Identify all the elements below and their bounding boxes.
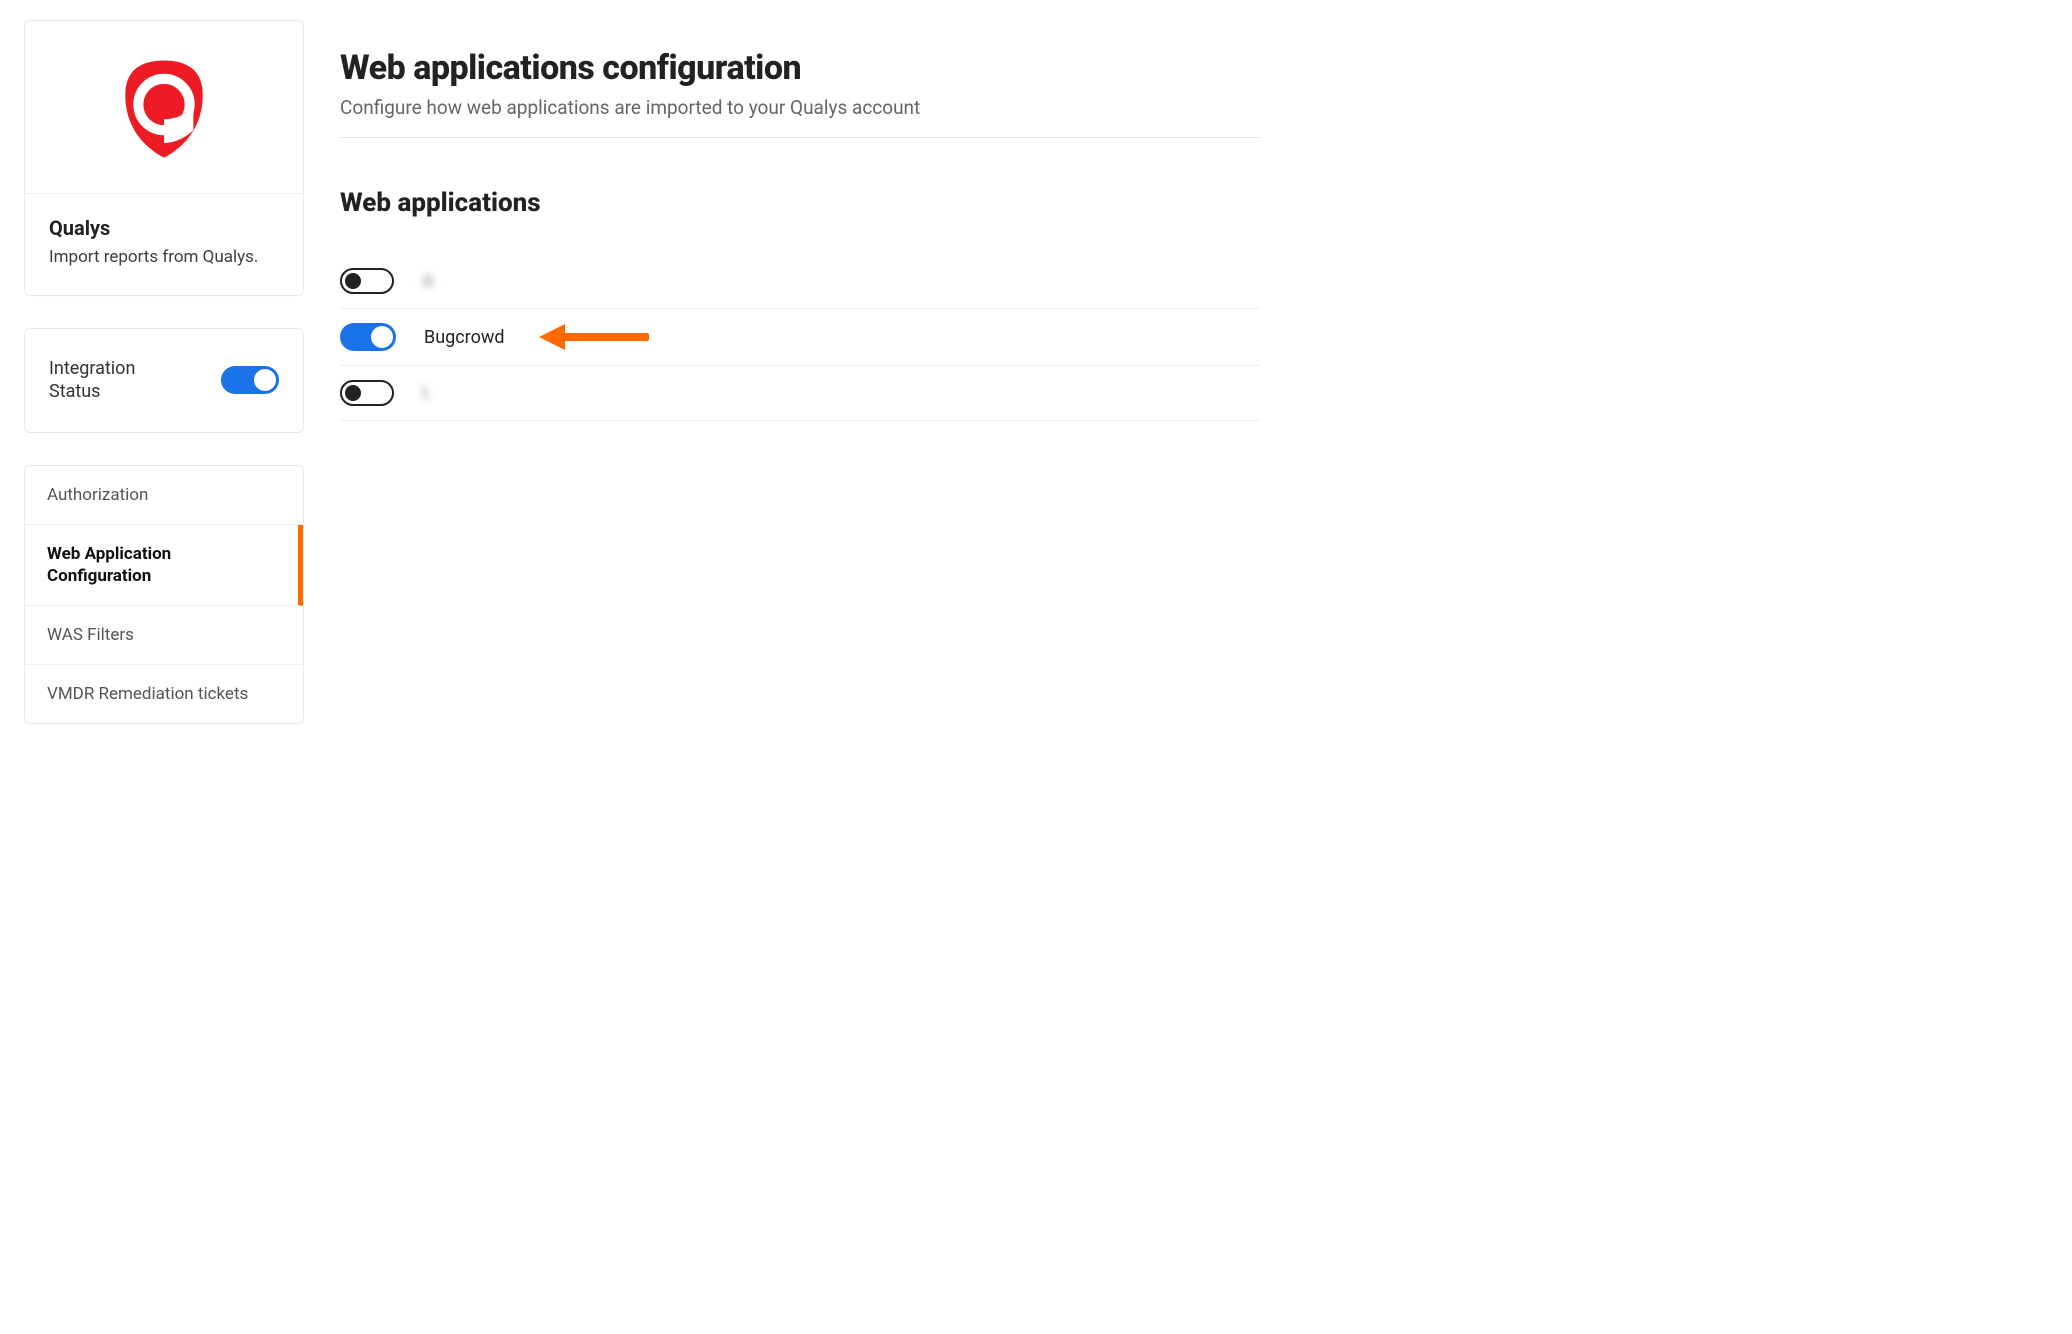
app-row: A xyxy=(340,254,1260,309)
app-toggle-0[interactable] xyxy=(340,268,394,294)
product-name: Qualys xyxy=(49,216,279,240)
app-row: Bugcrowd xyxy=(340,309,1260,366)
annotation-arrow-icon xyxy=(539,325,659,349)
integration-status-card: Integration Status xyxy=(24,328,304,433)
sidebar: Qualys Import reports from Qualys. Integ… xyxy=(24,20,304,756)
logo-box xyxy=(25,21,303,194)
nav-item-authorization[interactable]: Authorization xyxy=(25,466,303,525)
app-toggle-1[interactable] xyxy=(340,323,396,351)
sidebar-nav: Authorization Web Application Configurat… xyxy=(24,465,304,724)
integration-status-label: Integration Status xyxy=(49,357,189,404)
product-card: Qualys Import reports from Qualys. xyxy=(24,20,304,296)
nav-item-web-app-config[interactable]: Web Application Configuration xyxy=(25,525,303,606)
app-label-1: Bugcrowd xyxy=(424,327,505,348)
integration-status-toggle[interactable] xyxy=(221,366,279,394)
section-title: Web applications xyxy=(340,188,1260,218)
nav-item-vmdr-remediation[interactable]: VMDR Remediation tickets xyxy=(25,665,303,723)
app-label-2: t xyxy=(422,383,428,404)
product-description: Import reports from Qualys. xyxy=(49,246,279,269)
divider xyxy=(340,137,1260,138)
page-subtitle: Configure how web applications are impor… xyxy=(340,96,1260,119)
app-row: t xyxy=(340,366,1260,421)
product-text: Qualys Import reports from Qualys. xyxy=(25,194,303,295)
qualys-logo-icon xyxy=(109,55,219,165)
app-label-0: A xyxy=(422,271,434,292)
app-toggle-2[interactable] xyxy=(340,380,394,406)
nav-item-was-filters[interactable]: WAS Filters xyxy=(25,606,303,665)
page-title: Web applications configuration xyxy=(340,48,1260,88)
main-content: Web applications configuration Configure… xyxy=(340,20,1260,421)
